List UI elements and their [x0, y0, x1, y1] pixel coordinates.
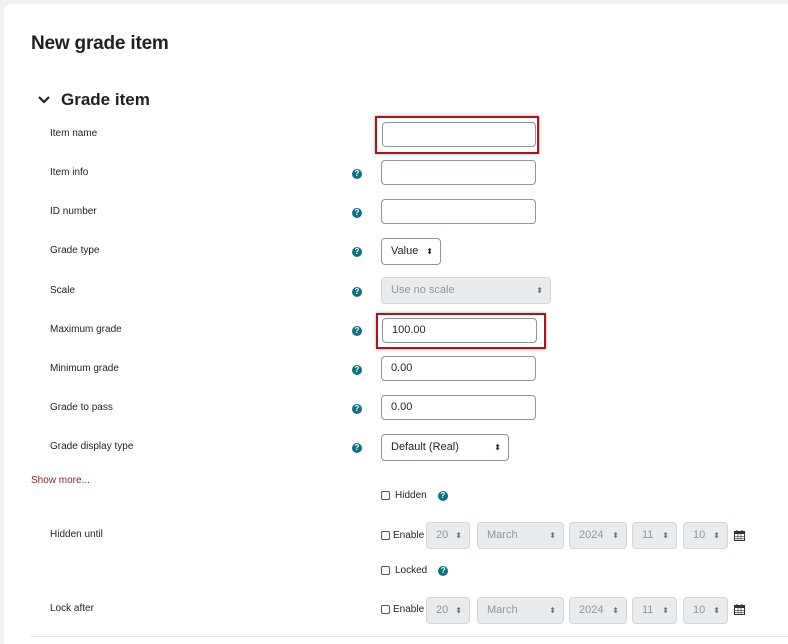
hidden-label: Hidden	[395, 490, 427, 501]
help-icon[interactable]: ?	[352, 169, 362, 179]
select-arrows-icon: ⬍	[612, 606, 619, 615]
lock-after-minute-select: 10 ⬍	[683, 597, 728, 624]
hidden-until-day-select: 20 ⬍	[426, 522, 470, 549]
year-value: 2024	[579, 604, 604, 616]
hidden-until-enable-label: Enable	[393, 530, 425, 541]
month-value: March	[487, 604, 518, 616]
select-arrows-icon: ⬍	[455, 531, 462, 540]
scale-select: Use no scale ⬍	[381, 277, 551, 304]
help-icon[interactable]: ?	[438, 565, 449, 576]
show-more-link[interactable]: Show more...	[31, 475, 90, 486]
chevron-down-icon[interactable]	[37, 93, 51, 107]
section-title: Grade item	[61, 90, 150, 109]
hidden-checkbox-row: Hidden ?	[381, 490, 448, 501]
grade-display-type-label: Grade display type	[50, 441, 134, 452]
grade-type-select[interactable]: Value ⬍	[381, 238, 441, 265]
select-arrows-icon: ⬍	[455, 606, 462, 615]
hidden-until-month-select: March ⬍	[477, 522, 564, 549]
minimum-grade-label: Minimum grade	[50, 363, 119, 374]
help-icon[interactable]: ?	[437, 490, 448, 501]
maximum-grade-highlight: 100.00	[376, 313, 546, 349]
grade-to-pass-label: Grade to pass	[50, 402, 113, 413]
maximum-grade-label: Maximum grade	[50, 324, 122, 335]
hour-value: 11	[642, 604, 654, 616]
id-number-label: ID number	[50, 206, 97, 217]
hidden-until-label: Hidden until	[50, 529, 103, 540]
grade-to-pass-input[interactable]: 0.00	[381, 395, 536, 420]
select-arrows-icon: ⬍	[612, 531, 619, 540]
lock-after-label: Lock after	[50, 603, 94, 614]
help-icon[interactable]: ?	[352, 443, 362, 453]
grade-type-value: Value	[391, 245, 419, 257]
day-value: 20	[436, 604, 449, 616]
select-arrows-icon: ⬍	[494, 443, 501, 452]
hidden-until-enable: Enable	[381, 530, 424, 541]
locked-checkbox-row: Locked ?	[381, 565, 449, 576]
minimum-grade-input[interactable]: 0.00	[381, 356, 536, 381]
item-info-input[interactable]	[381, 160, 536, 185]
lock-after-year-select: 2024 ⬍	[569, 597, 627, 624]
grade-display-type-value: Default (Real)	[391, 441, 459, 453]
help-icon[interactable]: ?	[352, 365, 362, 375]
select-arrows-icon: ⬍	[549, 606, 556, 615]
scale-label: Scale	[50, 285, 76, 296]
lock-after-day-select: 20 ⬍	[426, 597, 470, 624]
hour-value: 11	[642, 529, 654, 541]
hidden-checkbox[interactable]	[381, 491, 390, 500]
scale-value: Use no scale	[391, 284, 455, 296]
item-name-label: Item name	[50, 128, 98, 139]
select-arrows-icon: ⬍	[536, 286, 543, 295]
select-arrows-icon: ⬍	[713, 531, 720, 540]
item-info-label: Item info	[50, 167, 89, 178]
year-value: 2024	[579, 529, 604, 541]
select-arrows-icon: ⬍	[713, 606, 720, 615]
lock-after-month-select: March ⬍	[477, 597, 564, 624]
hidden-until-minute-select: 10 ⬍	[683, 522, 728, 549]
item-name-input[interactable]	[382, 122, 536, 147]
hidden-until-hour-select: 11 ⬍	[632, 522, 677, 549]
select-arrows-icon: ⬍	[549, 531, 556, 540]
help-icon[interactable]: ?	[352, 287, 362, 297]
page-title: New grade item	[31, 33, 169, 54]
locked-checkbox[interactable]	[381, 566, 390, 575]
select-arrows-icon: ⬍	[426, 247, 433, 256]
month-value: March	[487, 529, 518, 541]
lock-after-hour-select: 11 ⬍	[632, 597, 677, 624]
locked-label: Locked	[395, 565, 428, 576]
lock-after-enable-checkbox[interactable]	[381, 605, 390, 614]
help-icon[interactable]: ?	[352, 326, 362, 336]
grade-type-label: Grade type	[50, 245, 100, 256]
hidden-until-enable-checkbox[interactable]	[381, 531, 390, 540]
minute-value: 10	[693, 604, 706, 616]
id-number-input[interactable]	[381, 199, 536, 224]
calendar-icon[interactable]	[734, 530, 745, 541]
day-value: 20	[436, 529, 449, 541]
section-divider	[31, 636, 788, 637]
hidden-until-year-select: 2024 ⬍	[569, 522, 627, 549]
select-arrows-icon: ⬍	[662, 531, 669, 540]
minute-value: 10	[693, 529, 706, 541]
lock-after-enable-label: Enable	[393, 604, 425, 615]
help-icon[interactable]: ?	[352, 208, 362, 218]
calendar-icon[interactable]	[734, 604, 745, 615]
section-header[interactable]: Grade item	[37, 90, 150, 110]
lock-after-enable: Enable	[381, 604, 424, 615]
help-icon[interactable]: ?	[352, 247, 362, 257]
item-name-highlight	[375, 116, 539, 154]
maximum-grade-input[interactable]: 100.00	[382, 318, 537, 343]
grade-display-type-select[interactable]: Default (Real) ⬍	[381, 434, 509, 461]
help-icon[interactable]: ?	[352, 404, 362, 414]
select-arrows-icon: ⬍	[662, 606, 669, 615]
